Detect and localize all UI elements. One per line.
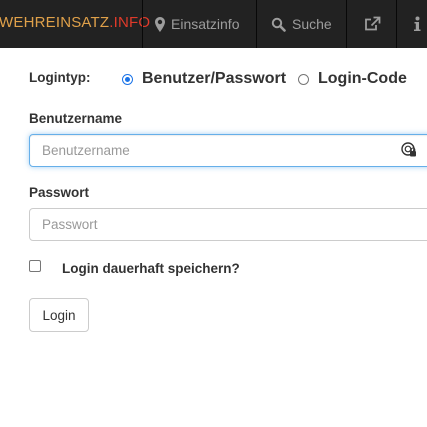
nav-item-label: Suche: [292, 16, 332, 32]
nav-divider: [396, 0, 397, 48]
login-type-label: Logintyp:: [29, 70, 91, 85]
radio-label: Login-Code: [318, 70, 407, 87]
nav-item-einsatzinfo[interactable]: Einsatzinfo: [155, 0, 239, 48]
username-label: Benutzername: [29, 111, 123, 126]
password-manager-icon[interactable]: [401, 142, 417, 158]
brand-text-main: WEHREINSATZ: [0, 14, 110, 31]
brand-logo[interactable]: WEHREINSATZ.INFO: [0, 14, 150, 31]
nav-divider: [142, 0, 143, 48]
external-link-icon: [364, 16, 381, 32]
nav-divider: [346, 0, 347, 48]
radio-button-checked[interactable]: [122, 73, 133, 85]
map-marker-icon: [155, 16, 165, 32]
login-button[interactable]: Login: [29, 298, 89, 332]
brand-text-suffix: .INFO: [109, 14, 151, 31]
info-icon: [413, 16, 421, 32]
radio-benutzer-passwort[interactable]: Benutzer/Passwort: [122, 70, 286, 88]
radio-label: Benutzer/Passwort: [142, 70, 287, 87]
remember-checkbox[interactable]: [29, 260, 41, 272]
nav-item-suche[interactable]: Suche: [271, 0, 332, 48]
remember-label[interactable]: Login dauerhaft speichern?: [62, 261, 240, 276]
nav-item-info[interactable]: [413, 0, 421, 48]
search-icon: [271, 17, 286, 32]
top-navbar: WEHREINSATZ.INFO Einsatzinfo Suche: [0, 0, 427, 48]
nav-divider: [256, 0, 257, 48]
username-input[interactable]: [29, 134, 427, 167]
password-label: Passwort: [29, 185, 90, 200]
radio-login-code[interactable]: Login-Code: [298, 70, 407, 88]
password-input[interactable]: [29, 208, 427, 241]
nav-item-external[interactable]: [364, 0, 381, 48]
nav-item-label: Einsatzinfo: [171, 16, 240, 32]
radio-button-unchecked[interactable]: [298, 73, 309, 85]
